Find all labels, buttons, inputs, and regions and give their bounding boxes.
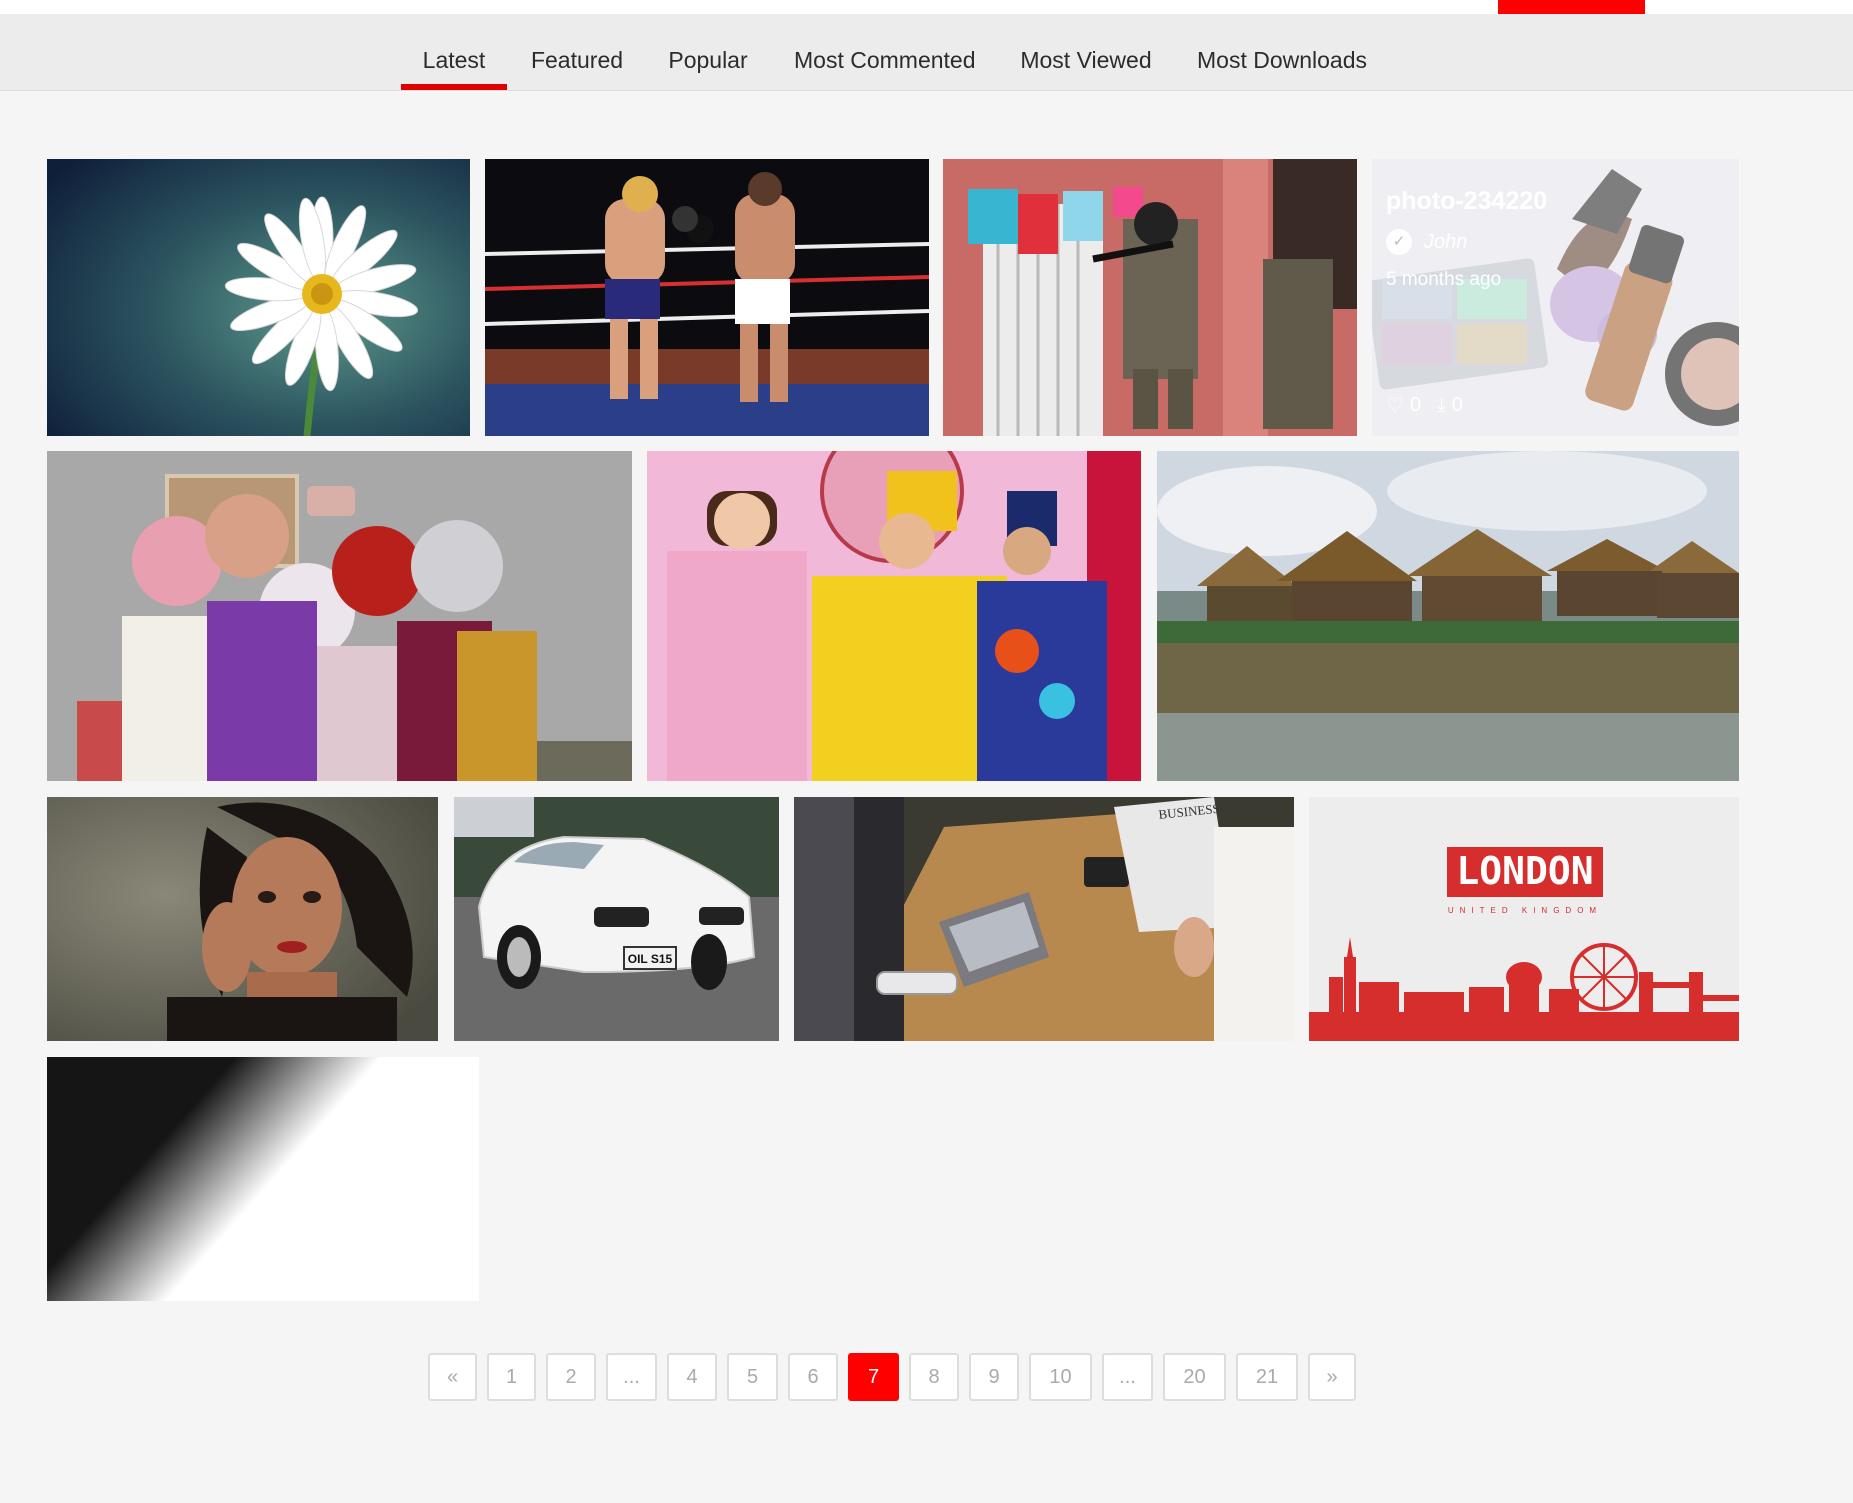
active-nav-indicator [1498,0,1645,14]
photo-tile-cosplay[interactable] [47,451,632,781]
license-plate: OIL S15 [628,952,673,966]
photo-tile-soldiers[interactable] [943,159,1357,436]
photo-tile-car[interactable]: OIL S15 [454,797,779,1041]
downloads-count: 0 [1451,394,1464,416]
tab-most-viewed[interactable]: Most Viewed [1019,14,1153,90]
tab-most-commented[interactable]: Most Commented [794,14,976,90]
photo-author-name: John [1424,230,1468,253]
soldiers-image [943,159,1357,436]
page-6[interactable]: 6 [788,1353,838,1401]
gallery-filter-tabs: Latest Featured Popular Most Commented M… [0,14,1853,91]
photo-tile-london[interactable]: LONDON UNITED KINGDOM [1309,797,1739,1041]
photo-tile-boxing[interactable] [485,159,929,436]
page-ellipsis[interactable]: ... [606,1353,657,1401]
photo-tile-makeup[interactable]: photo-234220 ✓ John 5 months ago ♡ 0 ⤓ 0 [1372,159,1739,436]
car-image: OIL S15 [454,797,779,1041]
heart-icon[interactable]: ♡ [1386,393,1404,418]
photo-tile-stilt-village[interactable] [1157,451,1739,781]
page-1[interactable]: 1 [487,1353,536,1401]
user-badge-icon: ✓ [1386,229,1412,255]
photo-author[interactable]: ✓ John [1386,229,1467,255]
prev-page-button[interactable]: « [428,1353,477,1401]
page-7-current[interactable]: 7 [848,1353,899,1401]
photo-tile-daisy[interactable] [47,159,470,436]
photo-hover-overlay: photo-234220 ✓ John 5 months ago ♡ 0 ⤓ 0 [1372,159,1739,436]
page-10[interactable]: 10 [1029,1353,1092,1401]
business-image: BUSINESS [794,797,1294,1041]
page-8[interactable]: 8 [909,1353,959,1401]
photo-tile-business[interactable]: BUSINESS [794,797,1294,1041]
daisy-image [47,159,470,436]
boxing-image [485,159,929,436]
portrait-image [47,797,438,1041]
london-subtitle: UNITED KINGDOM [1448,906,1602,915]
download-icon[interactable]: ⤓ [1437,394,1446,417]
photo-time: 5 months ago [1386,269,1502,290]
photo-stats: ♡ 0 ⤓ 0 [1386,393,1479,418]
page-2[interactable]: 2 [546,1353,596,1401]
stilt-village-image [1157,451,1739,781]
photo-title: photo-234220 [1386,187,1548,215]
photo-tile-portrait[interactable] [47,797,438,1041]
page-21[interactable]: 21 [1236,1353,1298,1401]
likes-count: 0 [1409,394,1422,416]
next-page-button[interactable]: » [1308,1353,1356,1401]
page-ellipsis[interactable]: ... [1102,1353,1153,1401]
london-image: LONDON UNITED KINGDOM [1309,797,1739,1041]
page-20[interactable]: 20 [1163,1353,1226,1401]
photo-tile-gradient[interactable] [47,1057,479,1301]
gradient-image [47,1057,479,1301]
tab-most-downloads[interactable]: Most Downloads [1197,14,1367,90]
tab-popular[interactable]: Popular [666,14,750,90]
photo-tile-stage-show[interactable] [647,451,1141,781]
page-5[interactable]: 5 [727,1353,778,1401]
tab-featured[interactable]: Featured [530,14,624,90]
london-title: LONDON [1456,849,1593,893]
cosplay-image [47,451,632,781]
stage-show-image [647,451,1141,781]
tab-latest[interactable]: Latest [401,14,507,90]
page-4[interactable]: 4 [667,1353,717,1401]
page-9[interactable]: 9 [969,1353,1019,1401]
